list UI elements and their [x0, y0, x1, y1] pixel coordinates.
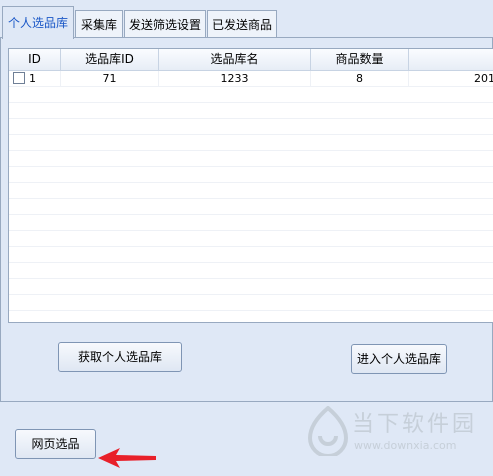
fetch-personal-library-button[interactable]: 获取个人选品库 [58, 342, 182, 372]
checkbox-icon[interactable] [13, 72, 25, 84]
empty-row [9, 151, 493, 167]
empty-row [9, 87, 493, 103]
empty-row [9, 263, 493, 279]
empty-row [9, 247, 493, 263]
empty-row [9, 295, 493, 311]
column-header-product-count[interactable]: 商品数量 [311, 49, 409, 70]
red-arrow-icon [98, 448, 156, 468]
empty-row [9, 311, 493, 322]
tab-collection-library[interactable]: 采集库 [75, 10, 123, 38]
empty-row [9, 231, 493, 247]
table-row[interactable]: 1 71 1233 8 201 [9, 71, 493, 87]
cell-id: 1 [9, 71, 61, 87]
table-header: ID 选品库ID 选品库名 商品数量 [9, 49, 493, 71]
web-pick-button[interactable]: 网页选品 [15, 429, 96, 459]
cell-library-name: 1233 [159, 71, 311, 87]
column-header-extra[interactable] [409, 49, 493, 70]
library-table[interactable]: ID 选品库ID 选品库名 商品数量 1 71 1233 8 201 [8, 48, 493, 323]
empty-row [9, 183, 493, 199]
empty-row [9, 279, 493, 295]
cell-library-id: 71 [61, 71, 159, 87]
empty-row [9, 215, 493, 231]
tab-strip: 个人选品库 采集库 发送筛选设置 已发送商品 [0, 6, 493, 39]
watermark-url: www.downxia.com [354, 439, 457, 452]
column-header-library-id[interactable]: 选品库ID [61, 49, 159, 70]
enter-personal-library-button[interactable]: 进入个人选品库 [351, 344, 447, 374]
empty-row [9, 103, 493, 119]
cell-id-text: 1 [29, 72, 36, 85]
empty-row [9, 199, 493, 215]
column-header-library-name[interactable]: 选品库名 [159, 49, 311, 70]
watermark-title: 当下软件园 [352, 412, 478, 437]
watermark-logo-icon [307, 406, 349, 456]
column-header-id[interactable]: ID [9, 49, 61, 70]
tab-sent-products[interactable]: 已发送商品 [207, 10, 277, 38]
empty-row [9, 167, 493, 183]
empty-row [9, 119, 493, 135]
tab-send-filter-settings[interactable]: 发送筛选设置 [124, 10, 206, 38]
cell-product-count: 8 [311, 71, 409, 87]
table-body: 1 71 1233 8 201 [9, 71, 493, 322]
empty-row [9, 135, 493, 151]
cell-extra: 201 [474, 72, 493, 85]
tab-personal-library[interactable]: 个人选品库 [2, 6, 74, 39]
watermark: 当下软件园 www.downxia.com [302, 404, 493, 464]
tab-panel: ID 选品库ID 选品库名 商品数量 1 71 1233 8 201 获取个人选… [0, 37, 493, 402]
